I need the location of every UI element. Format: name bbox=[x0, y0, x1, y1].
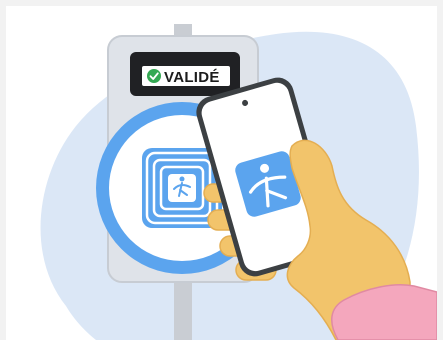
illustration-frame: VALIDÉ bbox=[6, 6, 437, 340]
nfc-tap-illustration: VALIDÉ bbox=[40, 24, 437, 340]
validator-pole-bottom bbox=[174, 278, 192, 340]
check-circle-icon bbox=[147, 69, 161, 83]
validator-status-text: VALIDÉ bbox=[164, 69, 220, 86]
